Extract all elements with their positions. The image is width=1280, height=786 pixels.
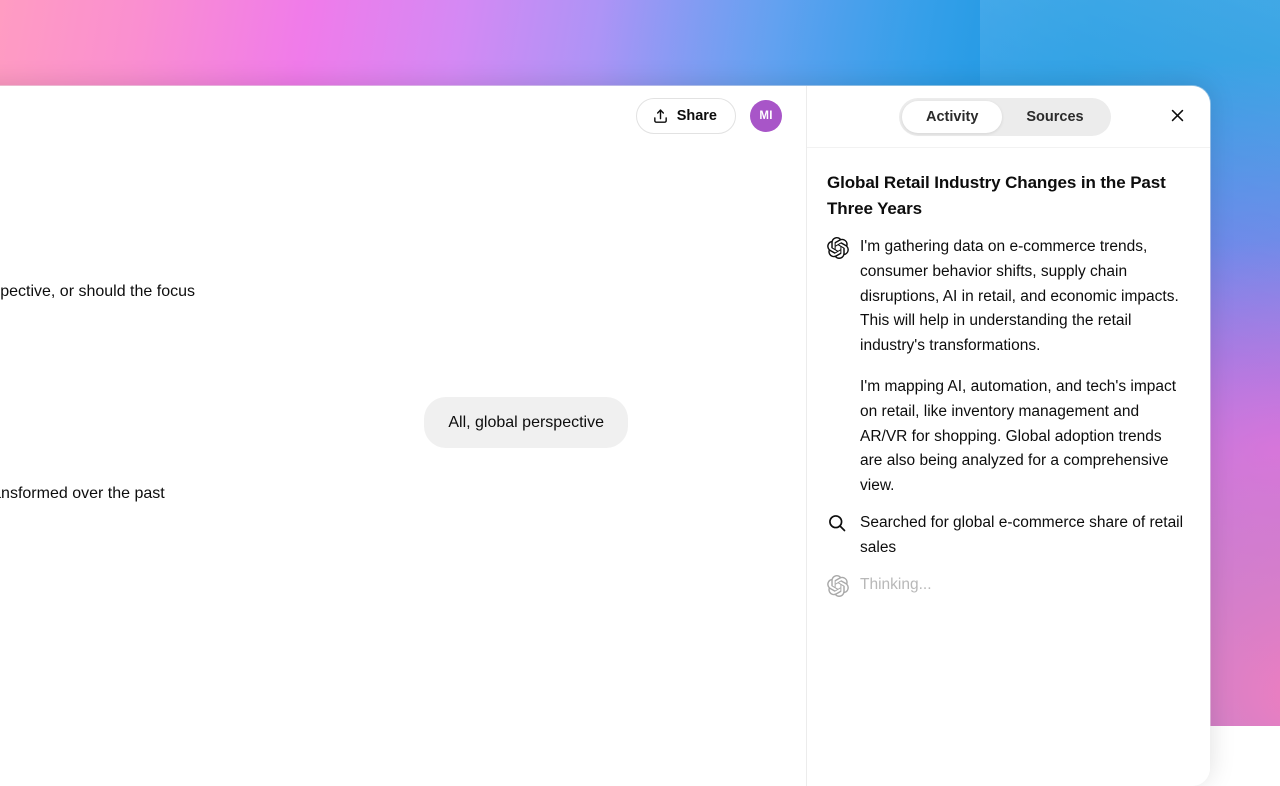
activity-panel-body: Global Retail Industry Changes in the Pa… (807, 148, 1210, 786)
activity-paragraph: Searched for global e-commerce share of … (860, 511, 1186, 561)
clarify-line: …d economic changes (0, 233, 624, 261)
plan-bullet: …rce and shifts in brick-and-mortar reta… (0, 569, 624, 597)
tab-activity[interactable]: Activity (902, 101, 1002, 133)
assistant-message-clarify: …ges …es (AI, automation, etc.) …d econo… (0, 144, 628, 350)
avatar-initials: MI (759, 110, 772, 122)
activity-panel: Activity Sources Global Retail Industry … (806, 86, 1210, 786)
tab-sources[interactable]: Sources (1002, 101, 1107, 133)
activity-item-text: I'm gathering data on e-commerce trends,… (860, 235, 1186, 499)
activity-panel-header: Activity Sources (807, 86, 1210, 148)
assistant-message-plan: …arch report on how the retail industry … (0, 480, 628, 786)
avatar[interactable]: MI (750, 100, 782, 132)
activity-item-text: Searched for global e-commerce share of … (860, 511, 1186, 561)
app-window: Share MI …ges …es (AI, automation, etc.)… (0, 86, 1210, 786)
plan-bullet: …ons and adaptations (0, 658, 624, 686)
activity-item-thinking: Thinking... (827, 573, 1186, 598)
openai-logo-icon (827, 237, 849, 259)
clarify-line: …ical retailing Also, do you need a glob… (0, 278, 624, 306)
plan-bullet: …n and economic fluctuations (0, 747, 624, 775)
clarify-line: …n? (0, 322, 624, 350)
activity-title: Global Retail Industry Changes in the Pa… (827, 170, 1186, 221)
panel-tab-group: Activity Sources (899, 98, 1111, 136)
plan-bullet: …r behavior and expectations (0, 614, 624, 642)
share-button-label: Share (677, 108, 717, 124)
user-message-row: All, global perspective (0, 367, 628, 481)
close-panel-button[interactable] (1160, 100, 1194, 134)
plan-bullet-list: …rce and shifts in brick-and-mortar reta… (0, 569, 624, 786)
plan-intro-line: …arch report on how the retail industry … (0, 480, 624, 508)
activity-item: Searched for global e-commerce share of … (827, 511, 1186, 561)
activity-paragraph: I'm gathering data on e-commerce trends,… (860, 235, 1186, 359)
activity-item: I'm gathering data on e-commerce trends,… (827, 235, 1186, 499)
plan-bullet: …ation, and emerging technologies (0, 703, 624, 731)
close-icon (1169, 107, 1186, 127)
share-button[interactable]: Share (636, 98, 736, 134)
conversation-toolbar: Share MI (636, 98, 782, 134)
clarify-line: …ges (0, 144, 624, 172)
conversation-pane: Share MI …ges …es (AI, automation, etc.)… (0, 86, 806, 786)
plan-intro-line: …ale. This will cover: (0, 525, 624, 553)
search-icon (827, 513, 849, 535)
openai-logo-icon (827, 575, 849, 597)
activity-item-text: Thinking... (860, 573, 932, 598)
user-message-bubble: All, global perspective (424, 397, 628, 449)
activity-paragraph: Thinking... (860, 573, 932, 598)
message-thread: …ges …es (AI, automation, etc.) …d econo… (0, 86, 628, 786)
upload-icon (652, 108, 669, 125)
activity-paragraph: I'm mapping AI, automation, and tech's i… (860, 375, 1186, 499)
clarify-line: …es (AI, automation, etc.) (0, 189, 624, 217)
